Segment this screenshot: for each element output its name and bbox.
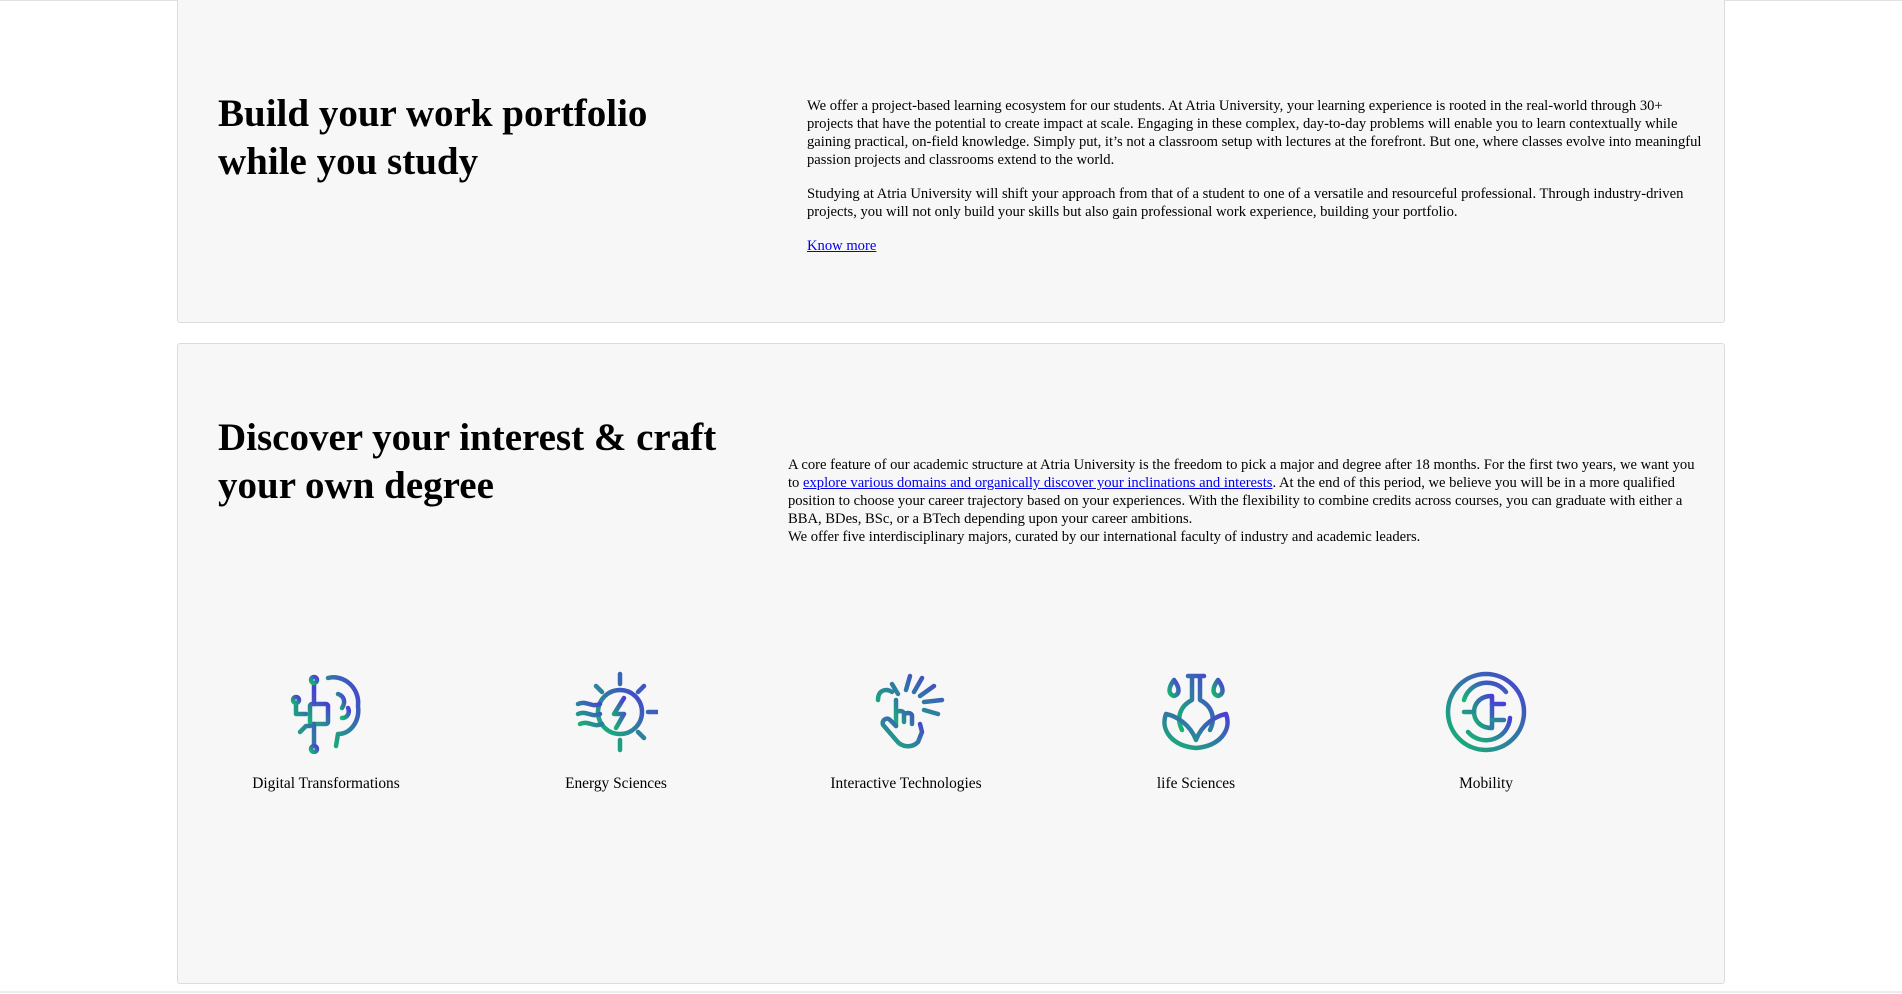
portfolio-paragraph-1: We offer a project-based learning ecosys… [807, 98, 1702, 168]
know-more-link[interactable]: Know more [807, 237, 876, 255]
major-digital-transformations[interactable]: Digital Transformations [206, 670, 446, 793]
degree-paragraph: A core feature of our academic structure… [788, 456, 1706, 528]
major-label: Interactive Technologies [830, 775, 982, 792]
energy-gear-icon [575, 671, 658, 753]
plug-circle-icon [1445, 671, 1527, 753]
portfolio-title: Build your work portfolio while you stud… [218, 92, 648, 183]
degree-majors-intro: We offer five interdisciplinary majors, … [788, 529, 1421, 545]
major-interactive-technologies[interactable]: Interactive Technologies [786, 670, 1026, 793]
degree-title: Discover your interest & craft your own … [218, 416, 717, 507]
portfolio-card: Build your work portfolio while you stud… [177, 0, 1725, 323]
major-mobility[interactable]: Mobility [1366, 670, 1606, 793]
major-label: Digital Transformations [252, 775, 400, 792]
brain-circuit-icon [290, 674, 361, 754]
touch-hand-icon [875, 673, 945, 749]
explore-domains-link[interactable]: explore various domains and organically … [803, 475, 1272, 491]
major-energy-sciences[interactable]: Energy Sciences [496, 670, 736, 793]
flask-leaf-icon [1162, 673, 1230, 751]
portfolio-body: We offer a project-based learning ecosys… [807, 97, 1707, 255]
degree-card: Discover your interest & craft your own … [177, 343, 1725, 984]
major-life-sciences[interactable]: life Sciences [1076, 670, 1316, 793]
bottom-divider [0, 991, 1902, 993]
major-label: Mobility [1459, 775, 1513, 792]
major-label: Energy Sciences [565, 775, 667, 792]
degree-body: A core feature of our academic structure… [788, 456, 1706, 546]
major-label: life Sciences [1156, 775, 1236, 792]
portfolio-paragraph-2: Studying at Atria University will shift … [807, 186, 1684, 220]
majors-list: Digital Transformations Energy Sciences [178, 670, 1726, 810]
